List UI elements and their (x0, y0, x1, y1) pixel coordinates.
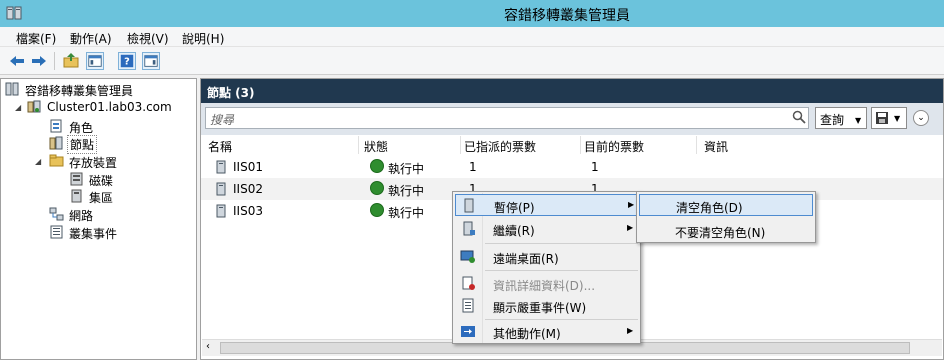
menu-item-info-details[interactable]: 資訊詳細資料(D)... (455, 273, 640, 295)
event-log-icon (462, 298, 474, 313)
running-status-icon (370, 159, 384, 173)
menu-file[interactable]: 檔案(F) (16, 30, 56, 47)
storage-folder-icon (49, 154, 64, 167)
menu-view[interactable]: 檢視(V) (127, 30, 169, 47)
chevron-right-icon: ▶ (628, 200, 635, 209)
remote-desktop-icon (460, 250, 475, 263)
search-input[interactable]: 搜尋 (205, 107, 809, 129)
menu-item-do-not-drain-roles[interactable]: 不要清空角色(N) (639, 220, 813, 242)
server-icon (464, 198, 474, 213)
roles-icon (50, 119, 62, 133)
search-icon[interactable] (792, 110, 806, 124)
menu-item-resume[interactable]: 繼續(R) ▶ (455, 218, 640, 240)
up-folder-icon[interactable] (62, 52, 80, 70)
column-header-info[interactable]: 資訊 (701, 136, 941, 154)
server-icon (216, 182, 226, 196)
window-title: 容錯移轉叢集管理員 (504, 8, 630, 24)
toolbar: ? (0, 47, 944, 75)
search-bar: 搜尋 查詢 ▼ ▼ ⌄ (201, 103, 943, 135)
chevron-down-icon[interactable]: ▼ (855, 116, 861, 125)
svg-text:?: ? (124, 57, 130, 68)
back-arrow-icon[interactable] (8, 52, 26, 70)
collapse-triangle-icon[interactable]: ◢ (15, 103, 21, 112)
show-hide-action-pane-icon[interactable] (142, 52, 160, 70)
menu-bar: 檔案(F) 動作(A) 檢視(V) 說明(H) (0, 27, 944, 47)
column-header-status[interactable]: 狀態 (361, 136, 461, 154)
menu-item-drain-roles[interactable]: 清空角色(D) (639, 194, 813, 216)
save-icon (876, 112, 888, 124)
context-menu: 暫停(P) ▶ 繼續(R) ▶ 遠端桌面(R) 資訊詳細資料(D)... 顯示嚴… (452, 191, 641, 344)
help-icon[interactable]: ? (118, 52, 136, 70)
table-row[interactable]: IIS01 執行中 1 1 (201, 156, 943, 178)
menu-item-pause[interactable]: 暫停(P) ▶ (455, 194, 640, 216)
menu-action[interactable]: 動作(A) (70, 30, 112, 47)
scroll-left-icon[interactable]: ‹ (206, 341, 210, 352)
pool-icon (71, 189, 82, 203)
chevron-down-icon: ▼ (894, 114, 901, 123)
console-tree: 容錯移轉叢集管理員 ◢ Cluster01.lab03.com 角色 節點 ◢ … (0, 78, 197, 360)
network-icon (49, 207, 64, 221)
pane-title: 節點 (3) (201, 79, 943, 103)
nodes-icon (49, 136, 63, 150)
event-log-icon (50, 225, 63, 239)
running-status-icon (370, 181, 384, 195)
menu-help[interactable]: 說明(H) (182, 30, 224, 47)
pause-submenu: 清空角色(D) 不要清空角色(N) (636, 191, 816, 243)
chevron-right-icon: ▶ (627, 326, 634, 335)
server-icon (216, 204, 226, 218)
toolbar-separator (54, 52, 55, 70)
menu-item-remote-desktop[interactable]: 遠端桌面(R) (455, 246, 640, 268)
server-resume-icon (463, 221, 475, 236)
menu-item-critical-events[interactable]: 顯示嚴重事件(W) (455, 295, 640, 317)
disk-icon (70, 172, 83, 186)
cluster-icon (27, 100, 41, 113)
more-actions-arrow-icon (461, 326, 475, 337)
title-bar: 容錯移轉叢集管理員 (0, 0, 944, 27)
menu-separator (485, 270, 638, 271)
column-header-current-votes[interactable]: 目前的票數 (581, 136, 697, 154)
forward-arrow-icon[interactable] (30, 52, 48, 70)
column-header-assigned-votes[interactable]: 已指派的票數 (461, 136, 581, 154)
running-status-icon (370, 203, 384, 217)
collapse-triangle-icon[interactable]: ◢ (35, 157, 41, 166)
collapse-chevron-icon[interactable]: ⌄ (913, 110, 929, 126)
server-icon (216, 160, 226, 174)
menu-separator (485, 243, 638, 244)
show-hide-console-tree-icon[interactable] (86, 52, 104, 70)
menu-separator (485, 319, 638, 320)
save-query-button[interactable]: ▼ (871, 107, 907, 129)
cluster-manager-icon (5, 82, 19, 96)
info-details-icon (462, 276, 475, 290)
menu-item-more-actions[interactable]: 其他動作(M) ▶ (455, 321, 640, 343)
chevron-right-icon: ▶ (627, 223, 634, 232)
column-header-name[interactable]: 名稱 (205, 136, 359, 154)
